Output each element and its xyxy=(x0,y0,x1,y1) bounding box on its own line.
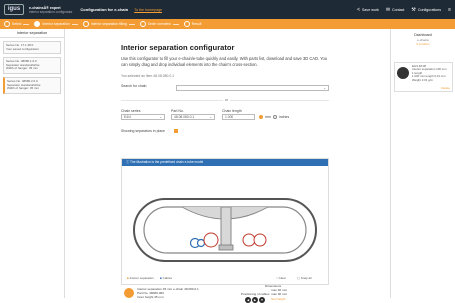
step-dot-icon xyxy=(183,21,190,27)
dashboard-link[interactable]: 0 product xyxy=(391,42,455,46)
top-bar: igus e-chainsÂ® expert Interior separati… xyxy=(0,0,455,19)
contact-button[interactable]: ✉ Contact xyxy=(386,7,405,13)
unit-mm-label: mm xyxy=(265,115,271,119)
dashboard-item-details: E4/4 48.08 Interior separation 100 mm 1 … xyxy=(412,64,447,82)
step-dot-icon xyxy=(4,21,10,27)
chain-thumbnail-icon xyxy=(397,67,409,79)
step-bar: Select Interior separation Interior sepa… xyxy=(0,19,455,29)
back-link[interactable]: To the homepage xyxy=(134,8,162,12)
step-order-overview[interactable]: Order overview xyxy=(139,21,179,27)
dashboard-title: Dashboard xyxy=(414,33,432,37)
chevron-down-icon: ⌄ xyxy=(323,86,326,90)
step-result[interactable]: Result xyxy=(183,21,201,27)
chain-series-select[interactable]: E4/4 ⌄ xyxy=(121,114,165,120)
right-panel: Dashboard e-chains 0 product E4/4 48.08 … xyxy=(390,29,455,298)
main-content: Interior separation configurator Use thi… xyxy=(66,29,380,303)
unit-inch-radio[interactable] xyxy=(273,115,277,119)
selected-part-tray: Interior separation 45 mm e-chain 48.080… xyxy=(121,284,329,303)
configurations-button[interactable]: ⚒ Configurations xyxy=(411,7,441,13)
list-item[interactable]: Series No. 48080.1.0.0 Separator standar… xyxy=(3,57,61,74)
snap-all-button[interactable]: ▢ Snap all xyxy=(297,276,312,280)
part-no-label: Part No. xyxy=(171,109,184,113)
wrench-icon: ⚒ xyxy=(411,6,416,13)
square-icon: ■ xyxy=(160,276,162,280)
step-select[interactable]: Select xyxy=(4,21,30,27)
dashboard-item[interactable]: E4/4 48.08 Interior separation 100 mm 1 … xyxy=(394,62,453,92)
separator-center xyxy=(220,206,232,248)
step-dot-icon xyxy=(82,21,89,27)
chain-length-input[interactable]: 1.000 xyxy=(222,114,255,120)
share-icon: < xyxy=(357,6,361,13)
chevron-down-icon: ⌄ xyxy=(209,115,212,119)
step-interior-separation[interactable]: Interior separation xyxy=(34,21,78,27)
step-dot-icon xyxy=(34,21,41,27)
cross-section-canvas[interactable]: ⓘ The illustration is the predefined cha… xyxy=(121,158,329,285)
app-name: e-chainsÂ® expert Interior separation co… xyxy=(29,6,72,14)
app-name-line2: Interior separation configurator xyxy=(29,9,73,14)
igus-logo[interactable]: igus xyxy=(4,4,24,15)
intro-text: Use this configurator to fill your e-cha… xyxy=(121,56,328,67)
list-item-selected[interactable]: Series No. 48080.2.0.0 Separator standar… xyxy=(3,76,61,94)
unit-inch-label: inches xyxy=(279,115,290,119)
page-title: Configuration for e-chain xyxy=(80,7,129,12)
menu-button[interactable]: ≡ xyxy=(448,7,451,13)
show-separators-checkbox[interactable] xyxy=(174,129,178,133)
left-panel: Interior separation Series No. 17.1.48.0… xyxy=(0,29,65,298)
delete-link[interactable]: Delete xyxy=(441,86,450,90)
cable-marker-4 xyxy=(242,233,256,247)
search-input[interactable]: ⌄ xyxy=(176,85,329,91)
part-icon[interactable] xyxy=(124,288,134,298)
selected-note: You selected an item 48.08.080.0.1 xyxy=(121,74,175,78)
cable-marker-3 xyxy=(203,232,219,248)
configurator-title: Interior separation configurator xyxy=(121,43,235,52)
chain-cross-section xyxy=(133,198,317,262)
show-separators-label: Showing separators in place xyxy=(121,129,165,133)
save-work-button[interactable]: < Save work xyxy=(357,7,379,13)
left-panel-title: Interior separation xyxy=(0,29,64,38)
cable-marker-2 xyxy=(196,238,206,248)
dimension-b: max 30 mm xyxy=(271,292,288,296)
legend-separation: ■ Interior separation xyxy=(127,276,154,280)
snap-icon: ▢ xyxy=(297,276,300,280)
header-actions: < Save work ✉ Contact ⚒ Configurations ≡ xyxy=(357,0,451,19)
cable-marker-5 xyxy=(253,233,267,247)
clear-icon: ○ xyxy=(276,276,278,280)
menu-icon: ≡ xyxy=(448,6,451,13)
clear-button[interactable]: ○ Clear xyxy=(276,276,286,280)
positioning-label: Positioning of cables xyxy=(241,292,270,296)
legend-cables: ■ Cables xyxy=(160,276,172,280)
part-details: Interior separation 45 mm e-chain 48.080… xyxy=(137,287,199,299)
mail-icon: ✉ xyxy=(385,6,391,13)
unit-mm-radio[interactable] xyxy=(259,115,263,119)
square-icon: ■ xyxy=(127,276,129,280)
chain-length-label: Chain length xyxy=(222,109,242,113)
list-item[interactable]: Series No. 17.1.48.0 Your saved configur… xyxy=(3,41,61,55)
part-no-select[interactable]: 48.08.080.0.1 ⌄ xyxy=(171,114,215,120)
chevron-down-icon: ⌄ xyxy=(159,115,162,119)
separator-foot xyxy=(218,244,234,251)
chain-series-label: Chain series xyxy=(121,109,141,113)
or-label: or xyxy=(223,98,231,102)
step-dot-icon xyxy=(139,21,146,27)
step-interior-filling[interactable]: Interior separation filling xyxy=(82,21,135,27)
search-label: Search for chain xyxy=(121,84,147,88)
